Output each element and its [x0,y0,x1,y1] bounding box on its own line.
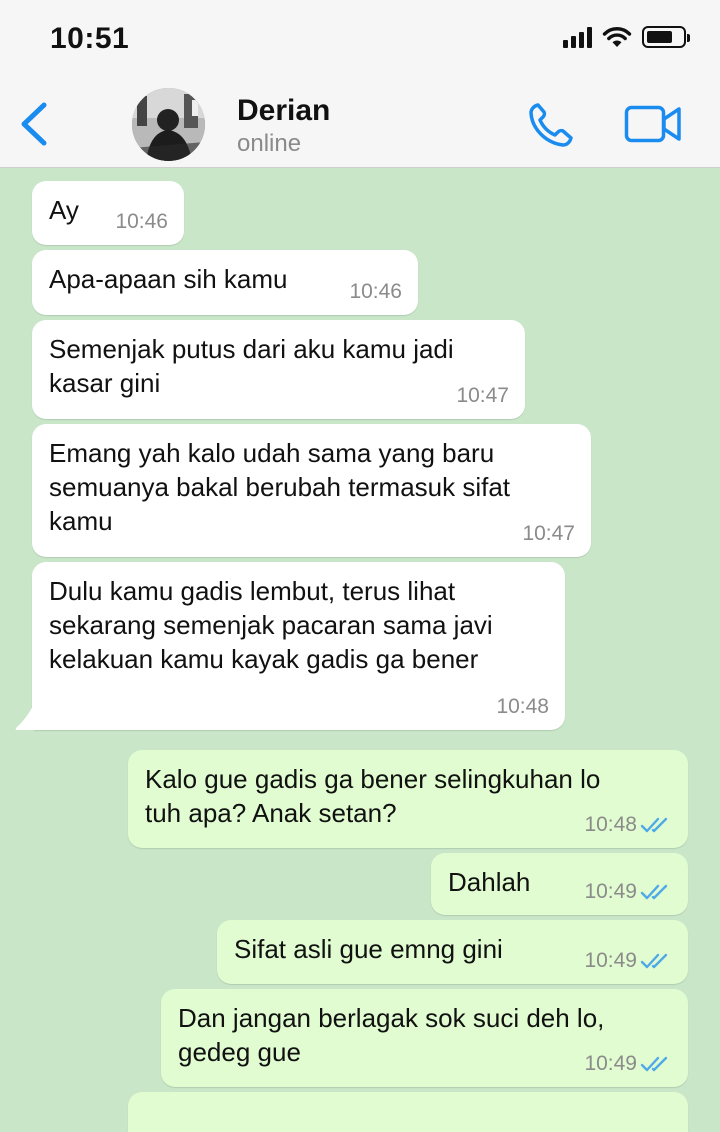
message-time: 10:46 [115,210,168,233]
message-bubble-outgoing-partial[interactable] [128,1092,688,1132]
battery-icon [642,26,690,48]
message-meta: 10:47 [522,517,575,551]
message-time: 10:49 [584,949,637,972]
message-time: 10:48 [496,695,549,718]
message-meta: 10:49 [584,1047,672,1081]
message-bubble-outgoing[interactable]: Dan jangan berlagak sok suci deh lo, ged… [161,989,688,1087]
message-bubble-outgoing[interactable]: Kalo gue gadis ga bener selingkuhan lo t… [128,750,688,848]
message-bubble-outgoing[interactable]: Dahlah 10:49 [431,853,688,915]
chat-header: 10:51 Derian online [0,0,720,168]
message-time: 10:46 [349,280,402,303]
double-check-icon [640,1056,668,1072]
video-camera-icon [624,105,681,143]
message-bubble-incoming[interactable]: Apa-apaan sih kamu 10:46 [32,250,418,315]
double-check-icon [640,817,668,833]
avatar-photo [132,88,205,161]
message-bubble-incoming[interactable]: Semenjak putus dari aku kamu jadi kasar … [32,320,525,419]
message-meta: 10:49 [584,944,672,978]
wifi-icon [602,27,632,47]
message-time: 10:49 [584,1052,637,1075]
message-text: Emang yah kalo udah sama yang baru semua… [49,438,511,536]
message-time: 10:47 [522,522,575,545]
voice-call-button[interactable] [526,101,576,149]
message-bubble-outgoing[interactable]: Sifat asli gue emng gini 10:49 [217,920,688,984]
message-bubble-incoming[interactable]: Emang yah kalo udah sama yang baru semua… [32,424,591,557]
message-text: Dulu kamu gadis lembut, terus lihat seka… [49,576,493,674]
video-call-button[interactable] [624,103,682,145]
status-bar-time: 10:51 [50,22,130,55]
message-text: Semenjak putus dari aku kamu jadi kasar … [49,334,454,398]
message-meta: 10:46 [115,205,168,239]
message-time: 10:49 [584,880,637,903]
double-check-icon [640,953,668,969]
bubble-tail [15,700,36,730]
contact-avatar[interactable] [132,88,205,161]
signal-icon [563,26,592,48]
phone-icon [529,103,573,147]
double-check-icon [640,884,668,900]
contact-name[interactable]: Derian [237,94,330,128]
message-list[interactable]: Ay 10:46 Apa-apaan sih kamu 10:46 Semenj… [0,168,720,1132]
message-bubble-incoming[interactable]: Ay 10:46 [32,181,184,245]
message-bubble-incoming[interactable]: Dulu kamu gadis lembut, terus lihat seka… [32,562,565,730]
message-meta: 10:48 [496,690,549,724]
status-bar-icons [563,26,690,48]
message-meta: 10:49 [584,875,672,909]
message-meta: 10:46 [349,275,402,309]
message-time: 10:47 [456,384,509,407]
contact-status: online [237,130,302,157]
message-meta: 10:48 [584,808,672,842]
message-meta: 10:47 [456,379,509,413]
message-time: 10:48 [584,813,637,836]
back-button[interactable] [14,98,54,152]
back-chevron-icon [21,102,47,146]
